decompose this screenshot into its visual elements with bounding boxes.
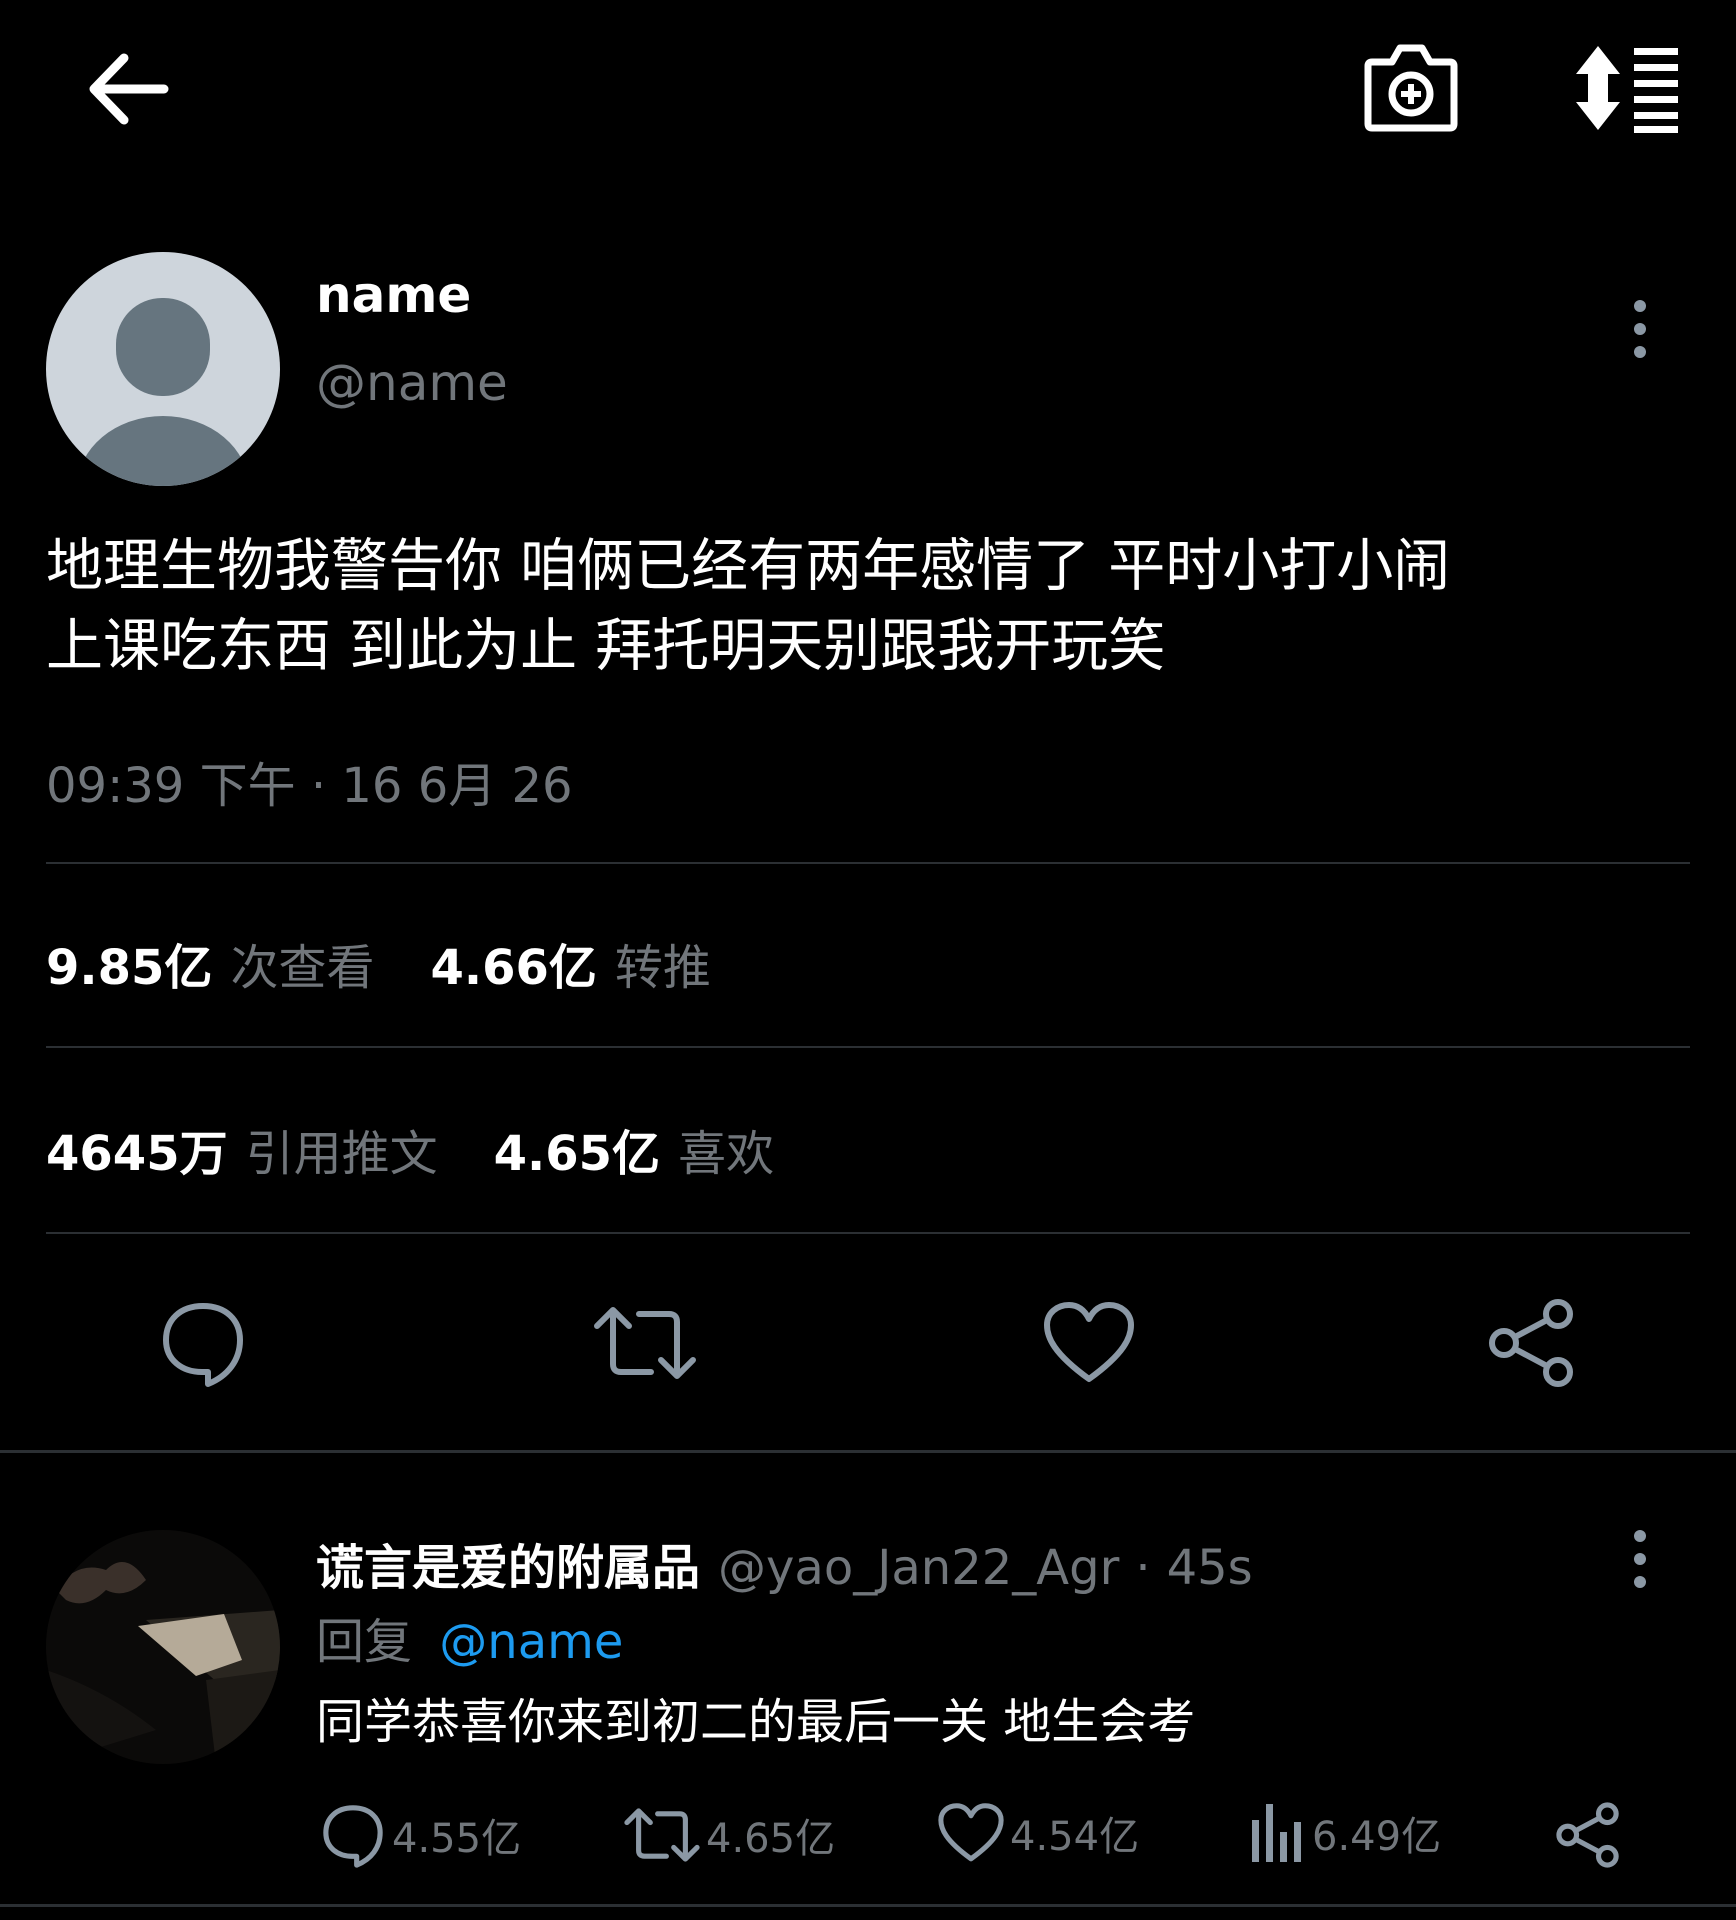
reply-share-action[interactable] bbox=[1556, 1802, 1622, 1868]
heart-icon bbox=[1044, 1302, 1134, 1382]
sort-list-icon bbox=[1576, 46, 1678, 133]
retweet-icon bbox=[624, 1808, 700, 1862]
share-icon bbox=[1556, 1802, 1619, 1868]
bottom-divider bbox=[0, 1904, 1736, 1907]
reply-replies-count: 4.55亿 bbox=[392, 1816, 522, 1862]
views-stat[interactable]: 9.85亿 次查看 bbox=[46, 928, 374, 998]
back-button[interactable] bbox=[82, 44, 172, 134]
likes-stat[interactable]: 4.65亿 喜欢 bbox=[494, 1114, 774, 1184]
share-button[interactable] bbox=[1478, 1288, 1588, 1398]
quotes-stat[interactable]: 4645万 引用推文 bbox=[46, 1114, 438, 1184]
reply-button[interactable] bbox=[148, 1288, 258, 1398]
share-icon bbox=[1489, 1299, 1573, 1387]
more-vertical-icon bbox=[1634, 1530, 1646, 1588]
reply-time[interactable]: 45s bbox=[1167, 1540, 1253, 1596]
arrow-left-icon bbox=[89, 53, 169, 125]
heart-icon bbox=[938, 1803, 1004, 1862]
views-count: 9.85亿 bbox=[46, 940, 213, 996]
stats-row-2: 4645万 引用推文 4.65亿 喜欢 bbox=[46, 1114, 774, 1184]
avatar[interactable] bbox=[46, 252, 280, 486]
quotes-label: 引用推文 bbox=[245, 1126, 438, 1182]
more-vertical-icon bbox=[1634, 300, 1646, 358]
reply-header: 谎言是爱的附属品 @yao_Jan22_Agr · 45s bbox=[316, 1528, 1253, 1598]
tweet-text-line-1: 地理生物我警告你 咱俩已经有两年感情了 平时小打小闹 bbox=[46, 533, 1451, 599]
reply-separator: · bbox=[1135, 1540, 1151, 1596]
reply-prefix: 回复 bbox=[316, 1614, 413, 1670]
reply-to-link[interactable]: @name bbox=[439, 1614, 623, 1670]
divider bbox=[46, 862, 1690, 864]
reply-like-action[interactable]: 4.54亿 bbox=[938, 1802, 1139, 1864]
reply-likes-count: 4.54亿 bbox=[1010, 1814, 1140, 1860]
reply-bubble-icon bbox=[163, 1303, 243, 1387]
reply-text: 同学恭喜你来到初二的最后一关 地生会考 bbox=[316, 1694, 1196, 1750]
tweet-more-button[interactable] bbox=[1620, 296, 1660, 362]
reply-handle[interactable]: @yao_Jan22_Agr bbox=[718, 1540, 1119, 1596]
reply-more-button[interactable] bbox=[1620, 1526, 1660, 1592]
retweets-label: 转推 bbox=[614, 940, 711, 996]
reply-avatar[interactable] bbox=[46, 1530, 280, 1764]
tweet-text-line-2: 上课吃东西 到此为止 拜托明天别跟我开玩笑 bbox=[46, 613, 1166, 679]
replying-to: 回复 @name bbox=[316, 1602, 623, 1672]
reply-views-action[interactable]: 6.49亿 bbox=[1250, 1802, 1441, 1864]
retweets-stat[interactable]: 4.66亿 转推 bbox=[430, 928, 710, 998]
camera-add-button[interactable] bbox=[1362, 40, 1460, 134]
like-button[interactable] bbox=[1034, 1288, 1144, 1398]
tweet-timestamp[interactable]: 09:39 下午 · 16 6月 26 bbox=[46, 746, 573, 816]
retweets-count: 4.66亿 bbox=[430, 940, 597, 996]
quotes-count: 4645万 bbox=[46, 1126, 228, 1182]
divider bbox=[46, 1046, 1690, 1048]
reply-bubble-icon bbox=[323, 1805, 383, 1868]
author-display-name[interactable]: name bbox=[316, 266, 471, 324]
sort-button[interactable] bbox=[1572, 44, 1684, 134]
reply-avatar-photo bbox=[46, 1530, 280, 1764]
author-handle[interactable]: @name bbox=[316, 354, 508, 412]
stats-row-1: 9.85亿 次查看 4.66亿 转推 bbox=[46, 928, 711, 998]
likes-label: 喜欢 bbox=[678, 1126, 775, 1182]
reply-reply-action[interactable]: 4.55亿 bbox=[320, 1802, 521, 1868]
views-chart-icon bbox=[1252, 1804, 1301, 1862]
views-label: 次查看 bbox=[230, 940, 375, 996]
reply-retweets-count: 4.65亿 bbox=[706, 1816, 836, 1862]
camera-add-icon bbox=[1364, 44, 1458, 132]
default-avatar-icon bbox=[77, 298, 249, 486]
section-divider bbox=[0, 1450, 1736, 1453]
retweet-button[interactable] bbox=[590, 1288, 700, 1398]
reply-views-count: 6.49亿 bbox=[1312, 1814, 1442, 1860]
likes-count: 4.65亿 bbox=[493, 1126, 661, 1182]
reply-retweet-action[interactable]: 4.65亿 bbox=[624, 1802, 835, 1868]
reply-display-name[interactable]: 谎言是爱的附属品 bbox=[316, 1528, 700, 1598]
divider bbox=[46, 1232, 1690, 1234]
retweet-icon bbox=[594, 1307, 696, 1379]
